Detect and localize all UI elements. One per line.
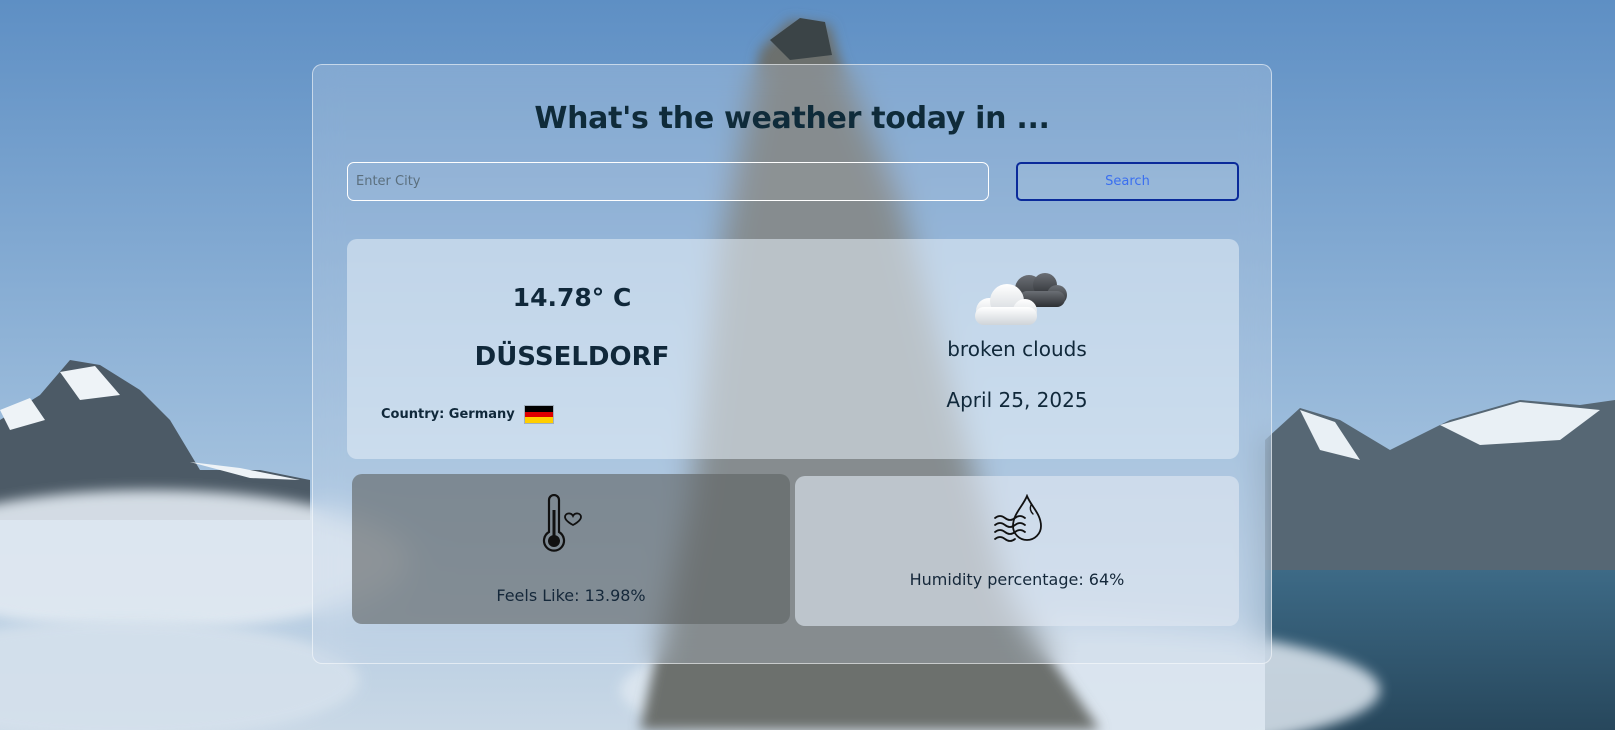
humidity-drop-icon xyxy=(994,494,1042,542)
country-row: Country: Germany xyxy=(381,405,554,424)
current-weather-panel: 14.78° C DÜSSELDORF Country: Germany bro… xyxy=(347,239,1239,459)
weather-card: What's the weather today in ... Search 1… xyxy=(312,64,1272,664)
feels-like-label: Feels Like: 13.98% xyxy=(496,586,646,605)
humidity-card: Humidity percentage: 64% xyxy=(795,476,1239,626)
city-name: DÜSSELDORF xyxy=(474,342,670,372)
broken-clouds-icon xyxy=(975,273,1067,325)
city-search-input[interactable] xyxy=(347,162,989,201)
temperature-value: 14.78° C xyxy=(512,283,632,312)
thermometer-heart-icon xyxy=(542,494,582,552)
germany-flag-icon xyxy=(523,405,554,424)
country-label: Country: Germany xyxy=(381,407,515,422)
feels-like-card: Feels Like: 13.98% xyxy=(352,474,790,624)
weather-condition: broken clouds xyxy=(947,337,1087,361)
page-title: What's the weather today in ... xyxy=(534,101,1050,136)
humidity-label: Humidity percentage: 64% xyxy=(909,570,1125,589)
current-date: April 25, 2025 xyxy=(946,388,1088,412)
search-button[interactable]: Search xyxy=(1016,162,1239,201)
